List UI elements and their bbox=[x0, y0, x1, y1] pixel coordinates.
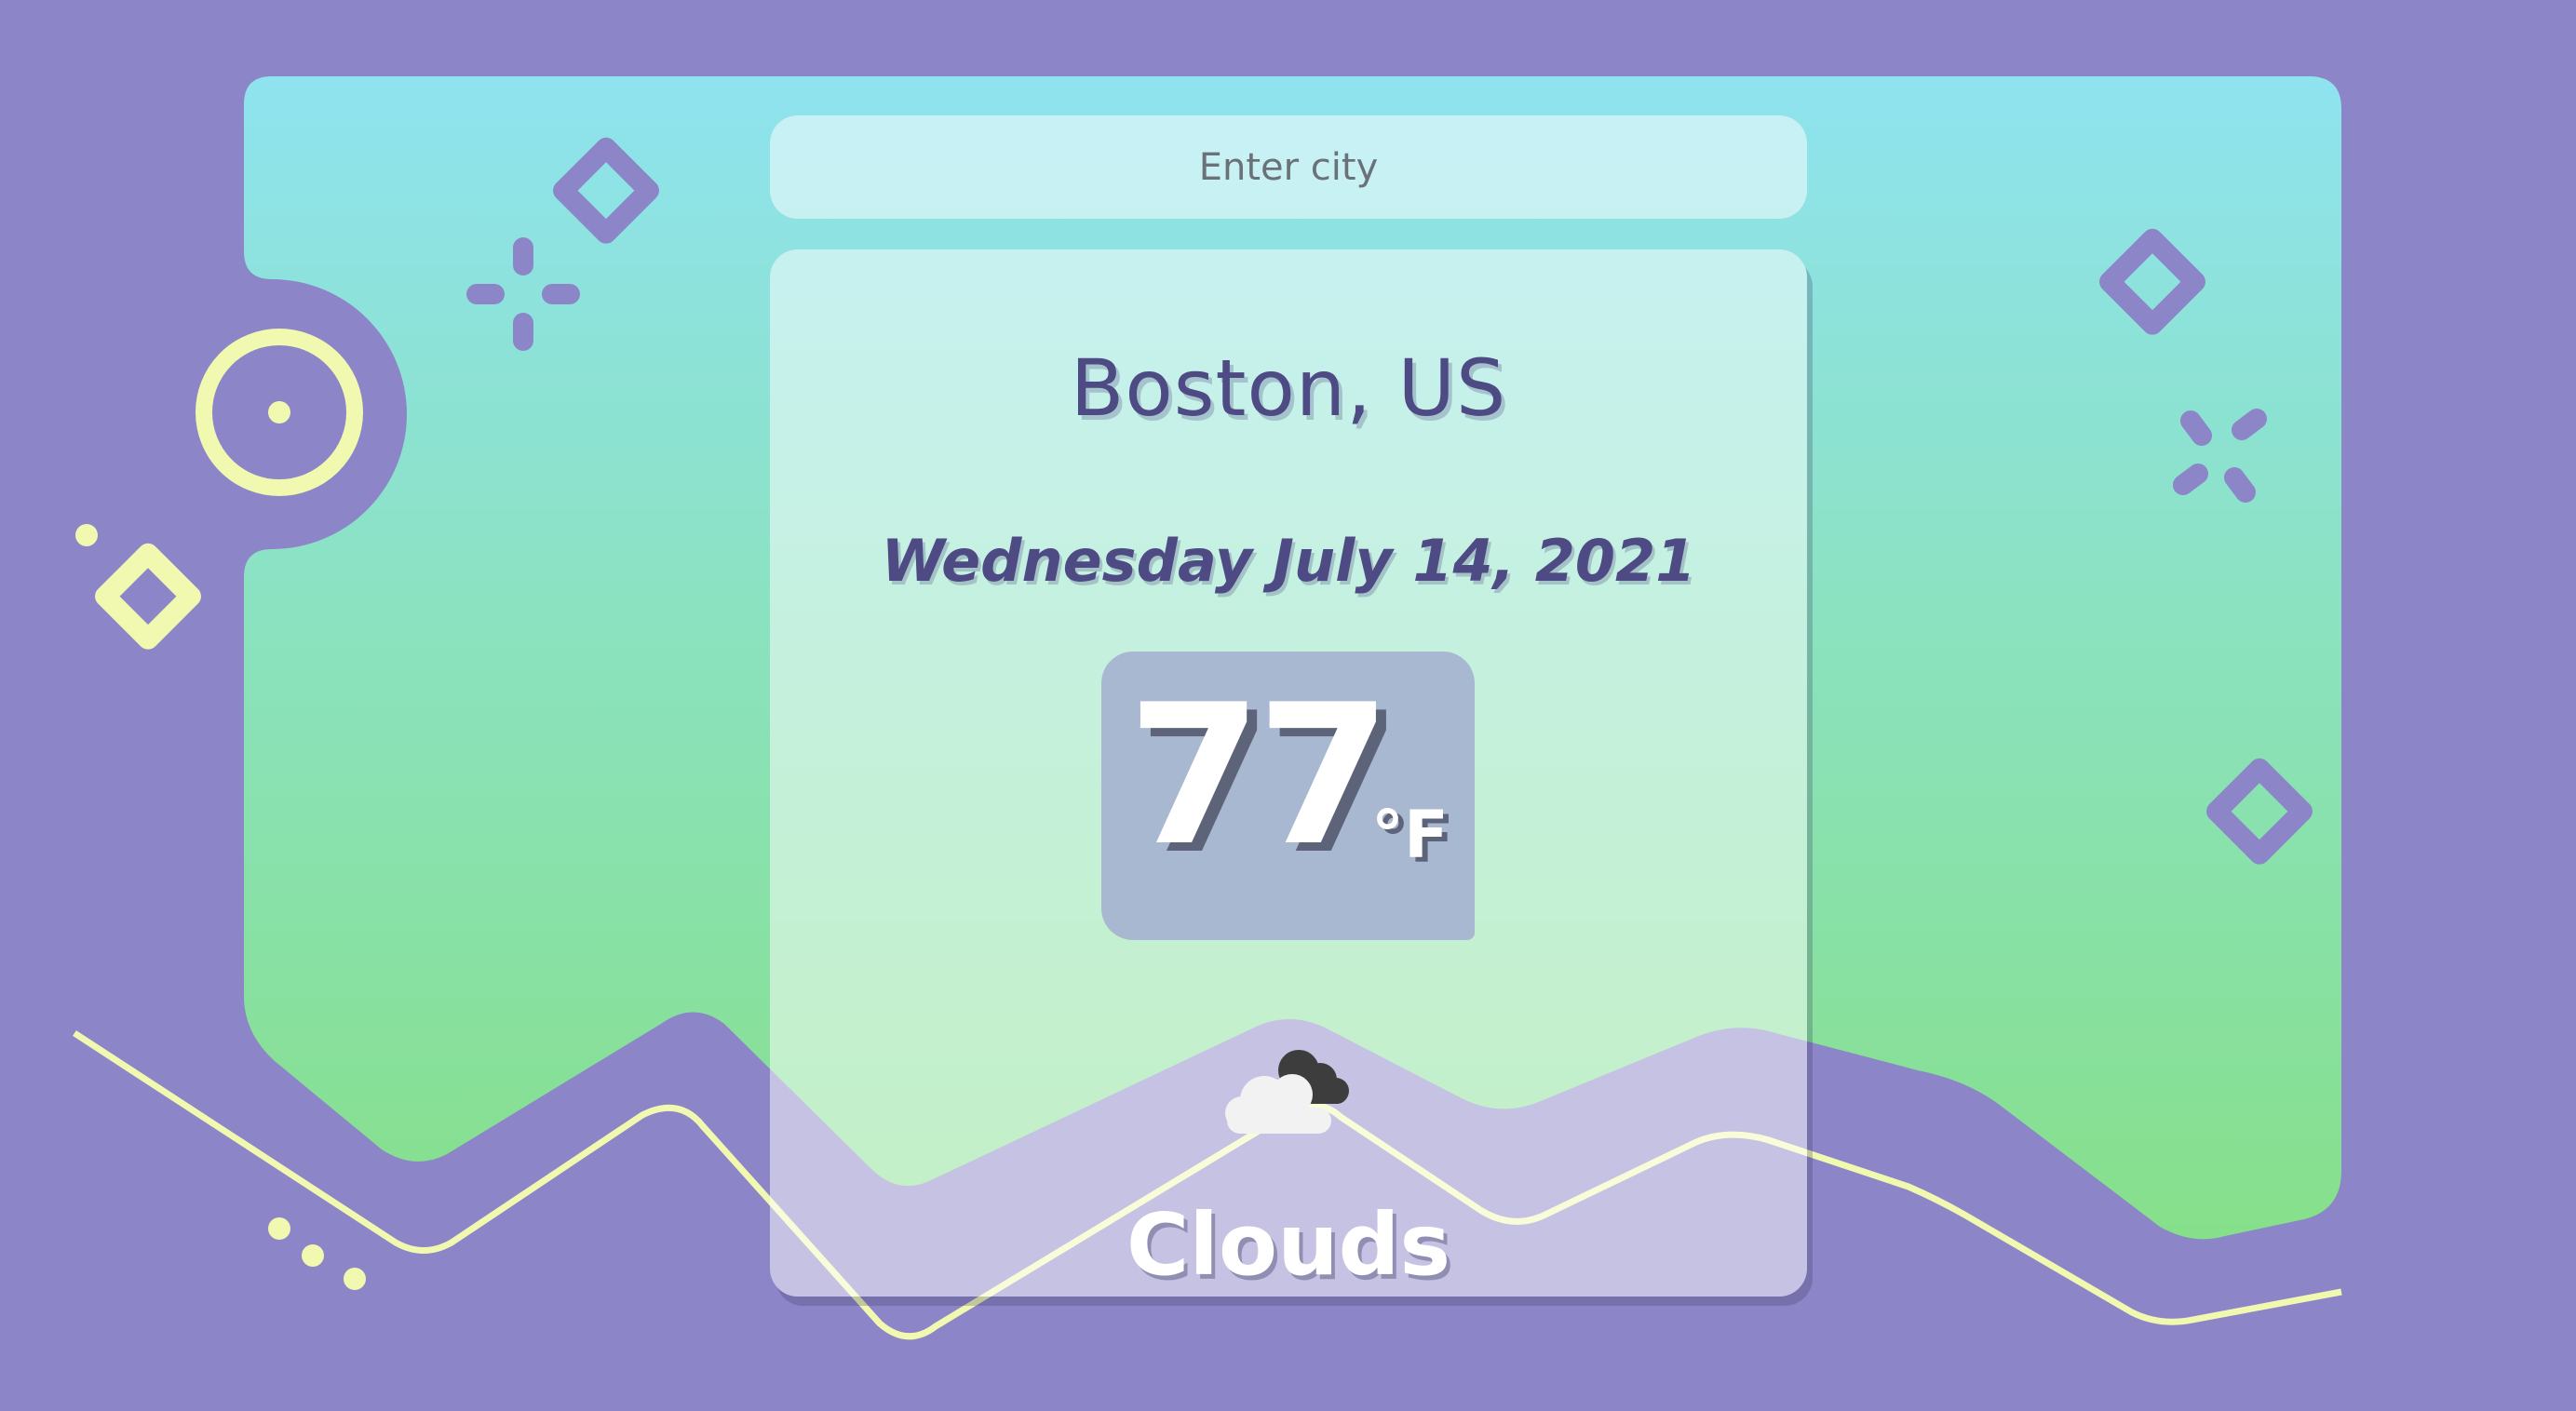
temperature-value: 77 bbox=[1127, 664, 1391, 889]
diamond-decoration bbox=[95, 543, 201, 650]
location-label: Boston, US bbox=[1070, 343, 1507, 434]
dot-decoration bbox=[302, 1244, 324, 1267]
dot-decoration bbox=[344, 1268, 366, 1290]
city-search-input[interactable] bbox=[770, 115, 1807, 219]
weather-condition: Clouds bbox=[1126, 1195, 1451, 1295]
clouds-icon bbox=[1225, 1050, 1349, 1134]
temperature-unit: °F bbox=[1371, 797, 1449, 873]
date-label: Wednesday July 14, 2021 bbox=[881, 527, 1696, 595]
temperature-box: 77 °F bbox=[1101, 652, 1475, 940]
target-dot bbox=[268, 401, 290, 423]
weather-card: Boston, US Wednesday July 14, 2021 77 °F… bbox=[770, 249, 1807, 1297]
dot-decoration bbox=[268, 1217, 290, 1240]
dot-decoration bbox=[75, 524, 98, 546]
